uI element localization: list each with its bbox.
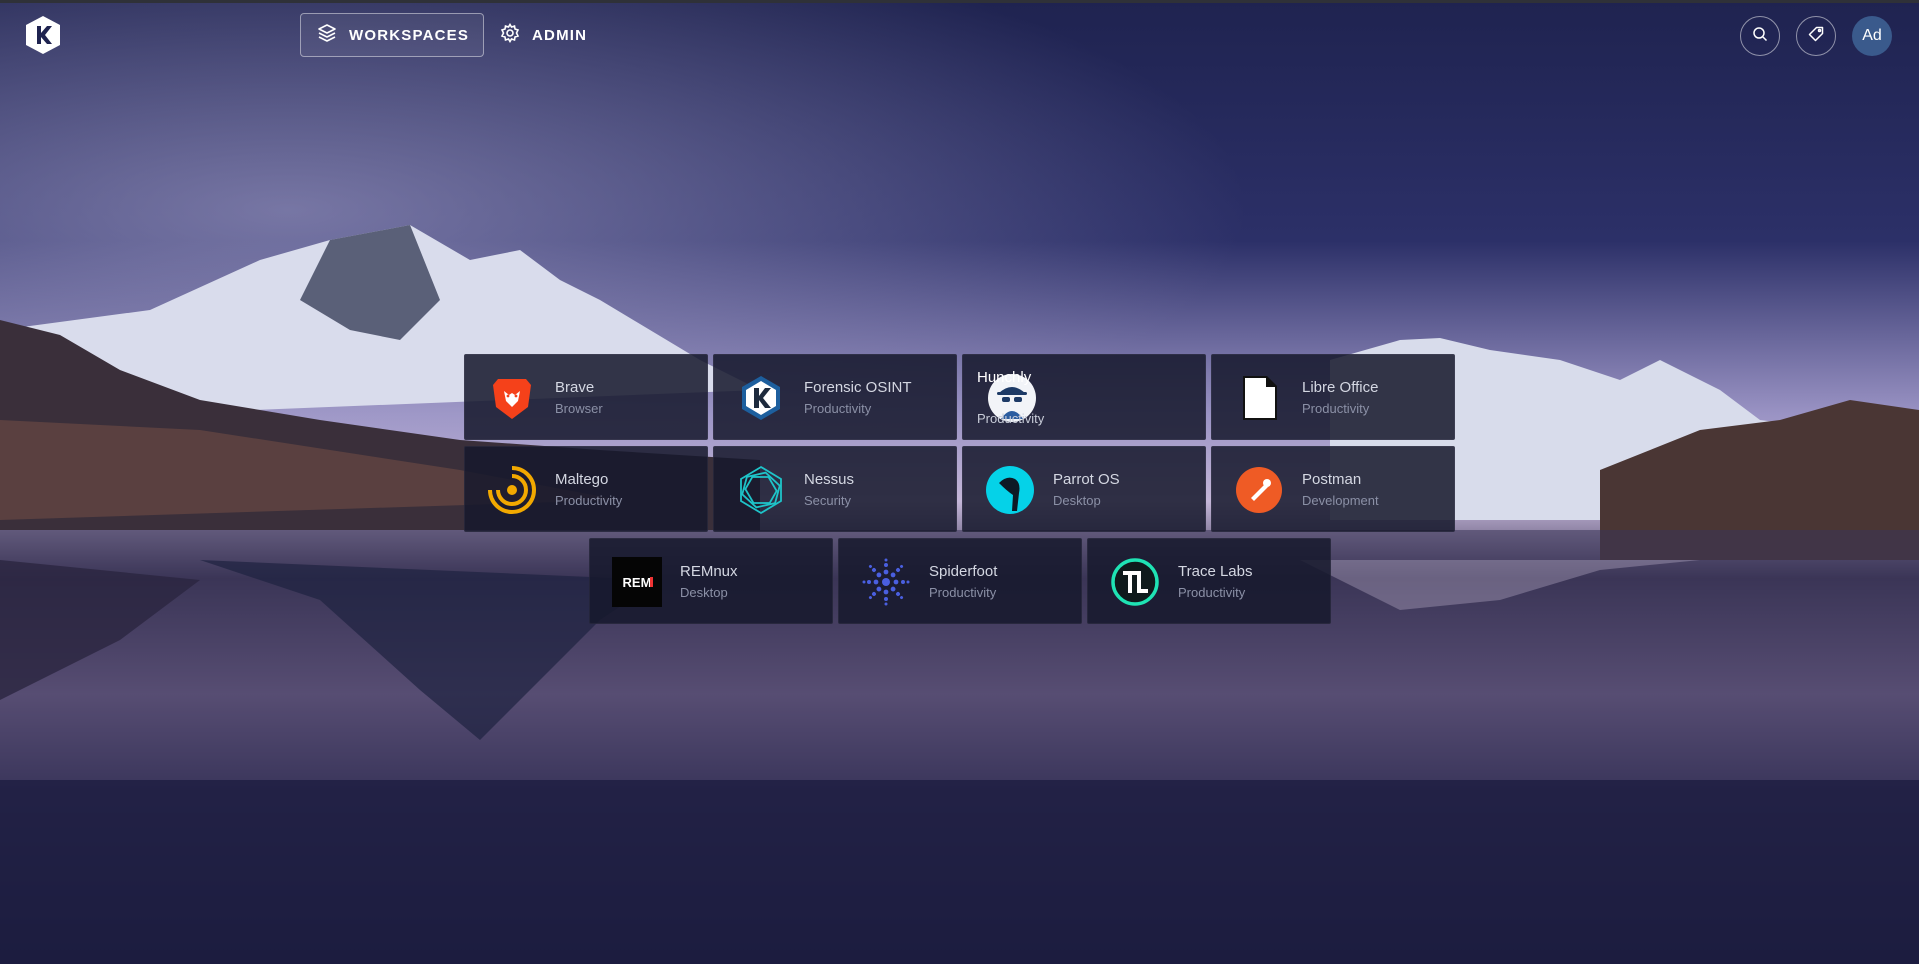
remnux-icon: REM <box>612 557 662 607</box>
workspace-category: Browser <box>555 401 603 416</box>
workspace-category: Desktop <box>1053 493 1101 508</box>
workspace-name: Forensic OSINT <box>804 379 912 396</box>
workspace-tile-postman[interactable]: Postman Development <box>1211 446 1455 532</box>
workspace-category: Productivity <box>555 493 623 508</box>
workspace-name: Hunchly <box>977 369 1032 386</box>
search-button[interactable] <box>1740 16 1780 56</box>
tags-button[interactable] <box>1796 16 1836 56</box>
top-border <box>0 0 1919 3</box>
workspace-category: Security <box>804 493 851 508</box>
user-avatar[interactable]: Ad <box>1852 16 1892 56</box>
workspace-tile-parrot-os[interactable]: Parrot OS Desktop <box>962 446 1206 532</box>
remnux-icon-text: REM <box>623 575 652 590</box>
workspace-name: Brave <box>555 379 595 396</box>
kasm-logo-icon[interactable] <box>22 14 64 56</box>
workspace-name: Libre Office <box>1302 379 1379 396</box>
maltego-icon <box>487 465 537 515</box>
postman-icon <box>1234 465 1284 515</box>
trace-labs-icon <box>1110 557 1160 607</box>
background-landscape <box>0 0 1919 964</box>
workspace-category: Productivity <box>1178 585 1246 600</box>
workspace-category: Desktop <box>680 585 728 600</box>
workspace-category: Development <box>1302 493 1379 508</box>
document-icon <box>1234 373 1284 423</box>
workspace-name: Postman <box>1302 471 1362 488</box>
gear-icon <box>500 22 520 47</box>
workspace-name: Parrot OS <box>1053 471 1120 488</box>
workspace-tile-spiderfoot[interactable]: Spiderfoot Productivity <box>838 538 1082 624</box>
workspace-tile-brave[interactable]: Brave Browser <box>464 354 708 440</box>
workspace-tile-nessus[interactable]: Nessus Security <box>713 446 957 532</box>
parrot-icon <box>985 465 1035 515</box>
workspace-tile-libre-office[interactable]: Libre Office Productivity <box>1211 354 1455 440</box>
workspace-category: Productivity <box>929 585 997 600</box>
search-icon <box>1752 26 1768 47</box>
tag-icon <box>1808 26 1824 47</box>
admin-nav-button[interactable]: ADMIN <box>486 13 606 57</box>
workspace-tile-forensic-osint[interactable]: Forensic OSINT Productivity <box>713 354 957 440</box>
forensic-osint-icon <box>736 373 786 423</box>
workspace-category: Productivity <box>804 401 872 416</box>
workspace-name: Spiderfoot <box>929 563 998 580</box>
workspace-name: Maltego <box>555 471 609 488</box>
workspaces-nav-label: WORKSPACES <box>349 26 470 44</box>
workspace-tile-trace-labs[interactable]: Trace Labs Productivity <box>1087 538 1331 624</box>
brave-lion-icon <box>487 373 537 423</box>
workspace-name: Nessus <box>804 471 855 488</box>
workspace-name: REMnux <box>680 563 738 580</box>
workspace-tile-hunchly[interactable]: Hunchly Productivity <box>962 354 1206 440</box>
workspace-category: Productivity <box>977 411 1045 426</box>
workspace-tile-maltego[interactable]: Maltego Productivity <box>464 446 708 532</box>
nessus-icon <box>736 465 786 515</box>
admin-nav-label: ADMIN <box>532 26 588 44</box>
workspaces-nav-button[interactable]: WORKSPACES <box>300 13 484 57</box>
workspace-tile-remnux[interactable]: REM REMnux Desktop <box>589 538 833 624</box>
workspace-name: Trace Labs <box>1178 563 1253 580</box>
layers-icon <box>317 23 337 47</box>
workspace-category: Productivity <box>1302 401 1370 416</box>
spiderfoot-icon <box>861 557 911 607</box>
